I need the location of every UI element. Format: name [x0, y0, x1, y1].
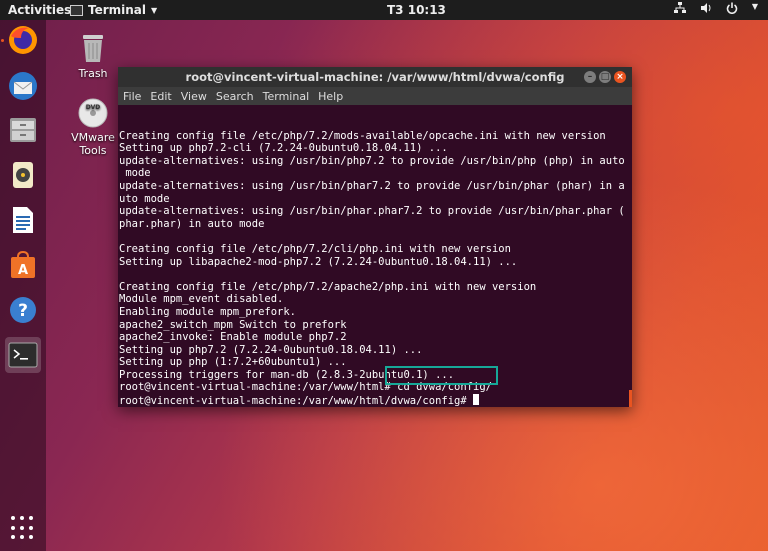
power-icon	[726, 2, 738, 17]
terminal-output[interactable]: Creating config file /etc/php/7.2/mods-a…	[118, 112, 632, 407]
running-indicator	[1, 39, 4, 42]
terminal-line: Module mpm_event disabled.	[119, 293, 284, 306]
terminal-line: Creating config file /etc/php/7.2/cli/ph…	[119, 242, 511, 255]
writer-icon	[13, 207, 33, 233]
trash-icon	[83, 35, 103, 62]
terminal-line: Setting up php7.2-cli (7.2.24-0ubuntu0.1…	[119, 142, 448, 155]
terminal-line: update-alternatives: using /usr/bin/phar…	[119, 205, 625, 218]
dock-software[interactable]: A	[5, 247, 41, 283]
thunderbird-icon	[9, 72, 37, 100]
dock-writer[interactable]	[5, 202, 41, 238]
terminal-icon	[8, 342, 38, 368]
top-bar: Activities Terminal ▼ T3 10:13 ▼	[0, 0, 768, 20]
terminal-icon	[70, 4, 83, 16]
dock-rhythmbox[interactable]	[5, 157, 41, 193]
terminal-line: Creating config file /etc/php/7.2/mods-a…	[119, 129, 606, 142]
window-title: root@vincent-virtual-machine: /var/www/h…	[185, 70, 565, 84]
terminal-line: apache2_switch_mpm Switch to prefork	[119, 318, 347, 331]
desktop-trash[interactable]: Trash	[63, 32, 123, 80]
desktop-vmware-tools[interactable]: DVD VMware Tools	[63, 98, 123, 157]
command-highlight-box	[385, 366, 498, 385]
terminal-line: mode	[119, 167, 151, 180]
desktop-trash-label: Trash	[78, 67, 108, 80]
terminal-line: Creating config file /etc/php/7.2/apache…	[119, 280, 537, 293]
activities-button[interactable]: Activities	[8, 3, 71, 17]
terminal-line: apache2_invoke: Enable module php7.2	[119, 331, 347, 344]
system-status[interactable]: ▼	[673, 2, 758, 17]
desktop-vmware-label-line2: Tools	[79, 144, 107, 157]
menu-edit[interactable]: Edit	[150, 90, 171, 103]
terminal-line: Processing triggers for man-db (2.8.3-2u…	[119, 368, 455, 381]
desktop-vmware-label-line1: VMware	[71, 131, 115, 144]
dock-thunderbird[interactable]	[5, 68, 41, 104]
app-menu-label: Terminal	[88, 3, 147, 17]
minimize-button[interactable]: –	[584, 71, 596, 83]
dock-terminal[interactable]	[5, 337, 41, 373]
scrollbar[interactable]	[629, 390, 632, 407]
terminal-prompt: root@vincent-virtual-machine:/var/www/ht…	[119, 395, 474, 407]
text-cursor	[473, 394, 480, 406]
network-icon	[673, 2, 686, 17]
menu-bar: File Edit View Search Terminal Help	[118, 87, 632, 105]
menu-view[interactable]: View	[181, 90, 207, 103]
app-menu[interactable]: Terminal ▼	[70, 3, 157, 17]
dock-help[interactable]: ?	[5, 292, 41, 328]
firefox-icon	[9, 26, 37, 54]
dock-files[interactable]	[5, 112, 41, 148]
dvd-icon: DVD	[78, 98, 108, 128]
terminal-line: Enabling module mpm_prefork.	[119, 305, 297, 318]
window-titlebar[interactable]: root@vincent-virtual-machine: /var/www/h…	[118, 67, 632, 87]
svg-text:?: ?	[18, 301, 28, 321]
terminal-prompt-line[interactable]: root@vincent-virtual-machine:/var/www/ht…	[119, 394, 631, 407]
menu-search[interactable]: Search	[216, 90, 254, 103]
menu-help[interactable]: Help	[318, 90, 343, 103]
dock-firefox[interactable]	[5, 22, 41, 58]
dvd-logo-text: DVD	[86, 104, 101, 111]
clock[interactable]: T3 10:13	[387, 3, 446, 17]
terminal-line: Setting up php7.2 (7.2.24-0ubuntu0.18.04…	[119, 343, 423, 356]
menu-terminal[interactable]: Terminal	[263, 90, 310, 103]
menu-file[interactable]: File	[123, 90, 141, 103]
rhythmbox-icon	[13, 162, 33, 188]
chevron-down-icon: ▼	[751, 2, 758, 11]
terminal-line: uto mode	[119, 192, 170, 205]
help-icon: ?	[10, 297, 36, 323]
maximize-button[interactable]: □	[599, 71, 611, 83]
terminal-line: update-alternatives: using /usr/bin/phar…	[119, 179, 625, 192]
terminal-line: root@vincent-virtual-machine:/var/www/ht…	[119, 381, 492, 394]
terminal-line: update-alternatives: using /usr/bin/php7…	[119, 154, 625, 167]
files-icon	[10, 118, 36, 142]
svg-text:A: A	[18, 263, 28, 278]
terminal-line: Setting up libapache2-mod-php7.2 (7.2.24…	[119, 255, 518, 268]
close-button[interactable]: ×	[614, 71, 626, 83]
volume-icon	[700, 2, 712, 17]
terminal-line: Setting up php (1:7.2+60ubuntu1) ...	[119, 356, 347, 369]
show-applications-button[interactable]	[11, 516, 35, 540]
dock: A ?	[0, 20, 46, 551]
terminal-line: phar.phar) in auto mode	[119, 217, 265, 230]
software-center-icon: A	[11, 250, 35, 278]
chevron-down-icon: ▼	[151, 5, 158, 15]
terminal-window[interactable]: root@vincent-virtual-machine: /var/www/h…	[118, 67, 632, 407]
